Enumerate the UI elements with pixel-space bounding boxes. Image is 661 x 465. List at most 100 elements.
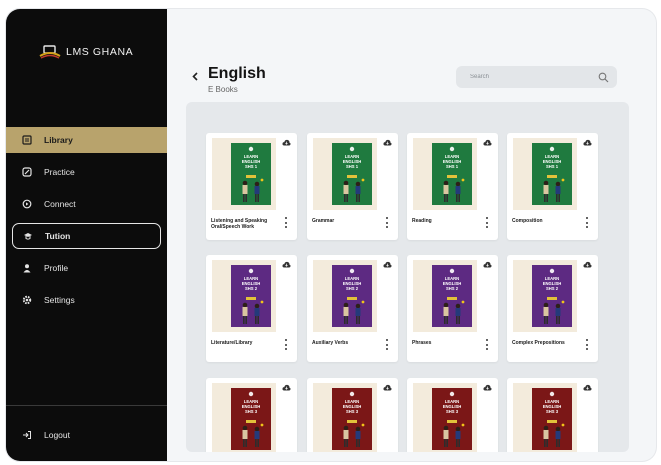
ebook-card[interactable]: LEARN ENGLISH SHS 2 Phrases [407, 255, 498, 362]
ebook-card[interactable]: LEARN ENGLISH SHS 3 [206, 378, 297, 452]
more-options-icon[interactable] [485, 339, 489, 350]
book-cover: LEARN ENGLISH SHS 1 [212, 138, 276, 210]
cloud-download-icon[interactable] [483, 261, 492, 268]
sidebar-item-profile[interactable]: Profile [6, 255, 167, 281]
cloud-download-icon[interactable] [583, 261, 592, 268]
ebook-card[interactable]: LEARN ENGLISH SHS 1 Listening and Speaking… [206, 133, 297, 240]
book-cover-title: LEARN ENGLISH SHS 1 [241, 154, 261, 169]
book-cover-title: LEARN ENGLISH SHS 1 [542, 154, 562, 169]
book-cover-title: LEARN ENGLISH SHS 3 [442, 399, 462, 414]
cloud-download-icon[interactable] [383, 384, 392, 391]
book-cover-art: LEARN ENGLISH SHS 3 [231, 388, 271, 450]
connect-icon [21, 198, 33, 210]
tuition-icon [22, 230, 34, 242]
book-cover-art: LEARN ENGLISH SHS 1 [532, 143, 572, 205]
sidebar-item-label: Library [44, 135, 73, 145]
ebook-title: Grammar [312, 218, 335, 224]
book-cover-title: LEARN ENGLISH SHS 1 [442, 154, 462, 169]
chevron-left-icon [192, 71, 198, 81]
book-cover-art: LEARN ENGLISH SHS 2 [231, 265, 271, 327]
ebook-title: Composition [512, 218, 543, 224]
page-title: English [208, 65, 266, 82]
ebook-title: Complex Prepositions [512, 340, 565, 346]
cloud-download-icon[interactable] [583, 384, 592, 391]
page-subtitle: E Books [208, 85, 238, 94]
book-cover: LEARN ENGLISH SHS 3 [313, 383, 377, 452]
cloud-download-icon[interactable] [483, 139, 492, 146]
ebook-card[interactable]: LEARN ENGLISH SHS 2 Auxiliary Verbs [307, 255, 398, 362]
book-cover-title: LEARN ENGLISH SHS 2 [442, 276, 462, 291]
book-cover-art: LEARN ENGLISH SHS 1 [231, 143, 271, 205]
book-cover-art: LEARN ENGLISH SHS 2 [532, 265, 572, 327]
sidebar-item-tuition[interactable]: Tution [12, 223, 161, 249]
book-cover: LEARN ENGLISH SHS 1 [313, 138, 377, 210]
more-options-icon[interactable] [585, 339, 589, 350]
sidebar-item-label: Settings [44, 295, 75, 305]
sidebar-divider [6, 405, 167, 406]
sidebar-item-connect[interactable]: Connect [6, 191, 167, 217]
cloud-download-icon[interactable] [383, 139, 392, 146]
more-options-icon[interactable] [585, 217, 589, 228]
search-bar[interactable] [456, 66, 617, 88]
book-cover-art: LEARN ENGLISH SHS 3 [432, 388, 472, 450]
practice-icon [21, 166, 33, 178]
ebook-card[interactable]: LEARN ENGLISH SHS 3 [507, 378, 598, 452]
sidebar-item-library[interactable]: Library [6, 127, 167, 153]
book-cover-title: LEARN ENGLISH SHS 3 [241, 399, 261, 414]
book-cover: LEARN ENGLISH SHS 2 [513, 260, 577, 332]
ebook-card[interactable]: LEARN ENGLISH SHS 3 [407, 378, 498, 452]
cloud-download-icon[interactable] [483, 384, 492, 391]
book-cover-title: LEARN ENGLISH SHS 2 [241, 276, 261, 291]
cloud-download-icon[interactable] [383, 261, 392, 268]
book-cover: LEARN ENGLISH SHS 2 [212, 260, 276, 332]
ebook-card[interactable]: LEARN ENGLISH SHS 3 [307, 378, 398, 452]
search-icon[interactable] [598, 72, 609, 83]
logout-label: Logout [44, 430, 70, 440]
more-options-icon[interactable] [284, 217, 288, 228]
library-icon [21, 134, 33, 146]
ebook-card[interactable]: LEARN ENGLISH SHS 2 Literature/Library [206, 255, 297, 362]
ebook-title: Phrases [412, 340, 432, 346]
cloud-download-icon[interactable] [282, 261, 291, 268]
ebook-card[interactable]: LEARN ENGLISH SHS 1 Grammar [307, 133, 398, 240]
book-cover: LEARN ENGLISH SHS 3 [413, 383, 477, 452]
app-window: LMS GHANA Library Practice Connect Tutio… [6, 9, 656, 461]
app-name: LMS GHANA [66, 46, 134, 58]
sidebar-item-practice[interactable]: Practice [6, 159, 167, 185]
more-options-icon[interactable] [385, 339, 389, 350]
book-cover-art: LEARN ENGLISH SHS 3 [332, 388, 372, 450]
settings-icon [21, 294, 33, 306]
book-cover: LEARN ENGLISH SHS 3 [513, 383, 577, 452]
app-logo: LMS GHANA [39, 45, 133, 59]
book-cover-title: LEARN ENGLISH SHS 2 [342, 276, 362, 291]
sidebar-nav: Library Practice Connect Tution Profile … [6, 127, 167, 319]
book-cover-title: LEARN ENGLISH SHS 2 [542, 276, 562, 291]
book-cover: LEARN ENGLISH SHS 2 [413, 260, 477, 332]
cloud-download-icon[interactable] [583, 139, 592, 146]
logout-icon [21, 429, 33, 441]
book-cover-art: LEARN ENGLISH SHS 1 [432, 143, 472, 205]
cloud-download-icon[interactable] [282, 139, 291, 146]
book-cover: LEARN ENGLISH SHS 2 [313, 260, 377, 332]
logo-icon [39, 45, 61, 59]
sidebar-item-label: Tution [45, 231, 71, 241]
back-button[interactable] [189, 69, 201, 83]
ebook-card[interactable]: LEARN ENGLISH SHS 1 Reading [407, 133, 498, 240]
more-options-icon[interactable] [485, 217, 489, 228]
sidebar-item-label: Profile [44, 263, 69, 273]
sidebar: LMS GHANA Library Practice Connect Tutio… [6, 9, 167, 461]
book-cover-title: LEARN ENGLISH SHS 3 [342, 399, 362, 414]
ebook-card[interactable]: LEARN ENGLISH SHS 1 Composition [507, 133, 598, 240]
ebook-title: Literature/Library [211, 340, 253, 346]
ebook-title: Reading [412, 218, 432, 224]
book-cover-title: LEARN ENGLISH SHS 3 [542, 399, 562, 414]
ebook-card[interactable]: LEARN ENGLISH SHS 2 Complex Prepositions [507, 255, 598, 362]
more-options-icon[interactable] [385, 217, 389, 228]
book-cover: LEARN ENGLISH SHS 1 [413, 138, 477, 210]
sidebar-item-settings[interactable]: Settings [6, 287, 167, 313]
profile-icon [21, 262, 33, 274]
cloud-download-icon[interactable] [282, 384, 291, 391]
logout-button[interactable]: Logout [21, 429, 70, 441]
more-options-icon[interactable] [284, 339, 288, 350]
search-input[interactable] [470, 74, 598, 80]
